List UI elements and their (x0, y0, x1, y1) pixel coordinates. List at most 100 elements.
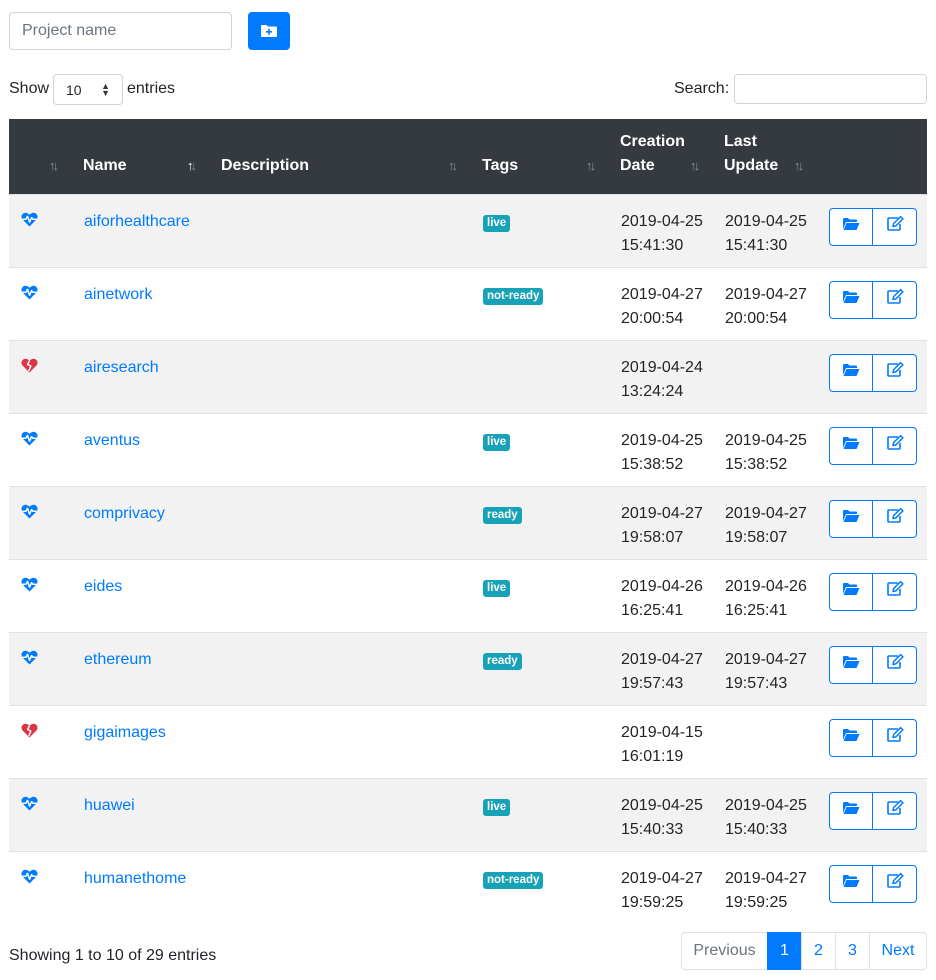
search-input[interactable] (734, 74, 927, 104)
edit-icon (886, 580, 904, 604)
table-row: gigaimages 2019-04-15 16:01:19 (9, 705, 927, 778)
name-cell: ainetwork (83, 267, 221, 340)
status-cell (9, 778, 83, 851)
edit-project-button[interactable] (873, 280, 917, 319)
description-column-header[interactable]: Description ↑↓ (221, 119, 482, 194)
project-name-link[interactable]: ainetwork (84, 283, 152, 307)
table-row: eides live 2019-04-26 16:25:41 2019-04-26 1… (9, 559, 927, 632)
tags-cell (482, 340, 620, 413)
description-cell (221, 413, 482, 486)
folder-open-icon (842, 361, 860, 385)
creation-date-column-header[interactable]: Creation Date ↑↓ (620, 119, 724, 194)
open-project-button[interactable] (829, 718, 873, 757)
project-name-link[interactable]: comprivacy (84, 502, 165, 526)
open-project-button[interactable] (829, 353, 873, 392)
open-project-button[interactable] (829, 207, 873, 246)
project-name-input[interactable] (9, 12, 232, 50)
tags-cell: not-ready (482, 851, 620, 924)
tag-badge: live (483, 433, 511, 451)
edit-project-button[interactable] (873, 791, 917, 830)
folder-plus-icon (261, 25, 277, 37)
pagination-next[interactable]: Next (869, 932, 927, 970)
tag-badge: live (483, 579, 511, 597)
creation-date-cell: 2019-04-26 16:25:41 (621, 577, 703, 619)
status-column-header[interactable]: ↑↓ (9, 119, 83, 194)
edit-icon (886, 726, 904, 750)
table-row: ethereum ready 2019-04-27 19:57:43 2019-04-… (9, 632, 927, 705)
status-cell (9, 340, 83, 413)
open-project-button[interactable] (829, 280, 873, 319)
last-update-cell: 2019-04-27 19:57:43 (725, 650, 807, 692)
actions-cell (828, 705, 927, 778)
project-name-link[interactable]: gigaimages (84, 721, 166, 745)
status-cell (9, 413, 83, 486)
tags-cell: ready (482, 486, 620, 559)
edit-project-button[interactable] (873, 645, 917, 684)
pagination-previous[interactable]: Previous (681, 932, 768, 970)
actions-cell (828, 267, 927, 340)
search-label: Search: (674, 80, 730, 97)
actions-cell (828, 632, 927, 705)
open-project-button[interactable] (829, 791, 873, 830)
project-name-link[interactable]: eides (84, 575, 122, 599)
pagination-page-2[interactable]: 2 (801, 932, 836, 970)
open-project-button[interactable] (829, 499, 873, 538)
sort-icon: ↑↓ (49, 157, 59, 173)
creation-date-header-label: Creation Date (620, 132, 685, 174)
entries-select[interactable]: 10 ▲ ▼ (53, 74, 123, 105)
status-cell (9, 559, 83, 632)
pagination-page-3[interactable]: 3 (835, 932, 870, 970)
folder-open-icon (842, 507, 860, 531)
table-row: comprivacy ready 2019-04-27 19:58:07 2019-0… (9, 486, 927, 559)
edit-project-button[interactable] (873, 572, 917, 611)
creation-date-cell: 2019-04-24 13:24:24 (621, 358, 703, 400)
row-actions (829, 280, 926, 319)
tags-cell: live (482, 413, 620, 486)
edit-icon (886, 653, 904, 677)
open-project-button[interactable] (829, 864, 873, 903)
edit-icon (886, 361, 904, 385)
name-column-header[interactable]: Name ↑↓ (83, 119, 221, 194)
folder-open-icon (842, 872, 860, 896)
description-header-label: Description (221, 156, 310, 174)
creation-date-cell: 2019-04-15 16:01:19 (621, 723, 703, 765)
edit-project-button[interactable] (873, 718, 917, 757)
table-row: humanethome not-ready 2019-04-27 19:59:25 2… (9, 851, 927, 924)
tags-cell: live (482, 559, 620, 632)
tags-column-header[interactable]: Tags ↑↓ (482, 119, 620, 194)
description-cell (221, 194, 482, 267)
edit-project-button[interactable] (873, 353, 917, 392)
heartbeat-icon (21, 212, 38, 231)
open-project-button[interactable] (829, 426, 873, 465)
table-info: Showing 1 to 10 of 29 entries (9, 947, 217, 964)
status-cell (9, 267, 83, 340)
open-project-button[interactable] (829, 572, 873, 611)
edit-project-button[interactable] (873, 426, 917, 465)
project-name-link[interactable]: ethereum (84, 648, 152, 672)
status-cell (9, 851, 83, 924)
project-name-link[interactable]: humanethome (84, 867, 186, 891)
project-name-link[interactable]: aventus (84, 429, 140, 453)
edit-icon (886, 507, 904, 531)
row-actions (829, 207, 926, 246)
last-update-column-header[interactable]: Last Update ↑↓ (724, 119, 828, 194)
project-toolbar (9, 12, 299, 50)
project-name-link[interactable]: airesearch (84, 356, 159, 380)
actions-cell (828, 340, 927, 413)
table-header-row: ↑↓ Name ↑↓ Description ↑↓ Tags ↑↓ Creation … (9, 119, 927, 194)
actions-cell (828, 413, 927, 486)
project-name-link[interactable]: aiforhealthcare (84, 210, 190, 234)
pagination-page-1[interactable]: 1 (767, 932, 802, 970)
last-update-cell: 2019-04-25 15:41:30 (725, 212, 807, 254)
folder-open-icon (842, 799, 860, 823)
row-actions (829, 572, 926, 611)
edit-project-button[interactable] (873, 864, 917, 903)
edit-icon (886, 799, 904, 823)
open-project-button[interactable] (829, 645, 873, 684)
edit-project-button[interactable] (873, 207, 917, 246)
project-name-link[interactable]: huawei (84, 794, 135, 818)
tags-header-label: Tags (482, 156, 519, 174)
entries-label: entries (127, 80, 176, 97)
add-project-button[interactable] (248, 12, 290, 50)
edit-project-button[interactable] (873, 499, 917, 538)
